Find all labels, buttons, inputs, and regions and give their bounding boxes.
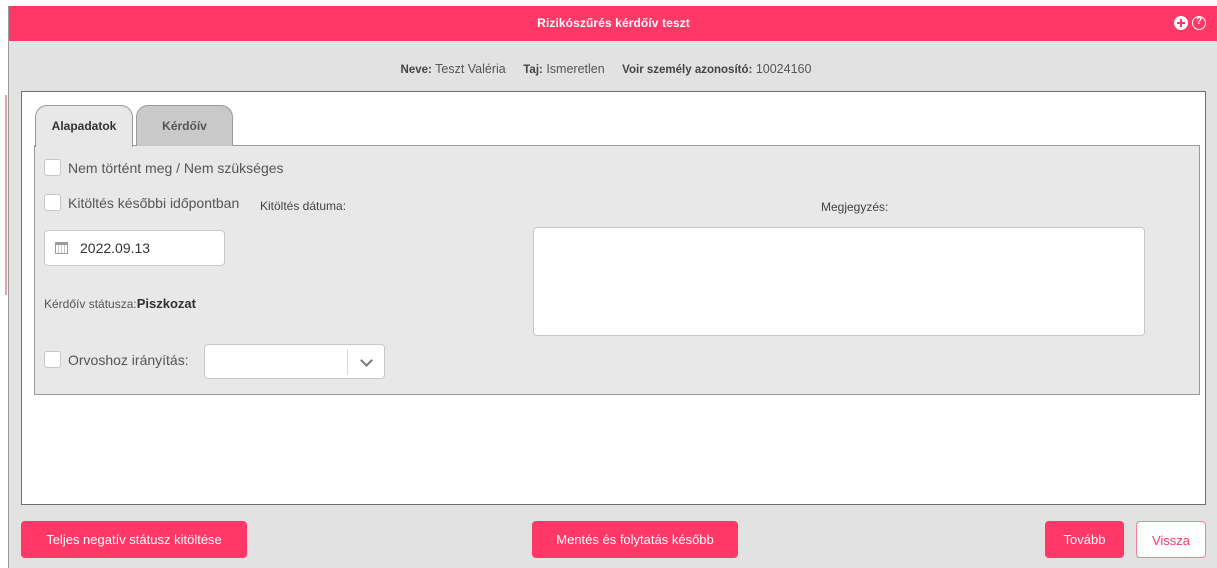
questionnaire-status: Kérdőív státusza:Piszkozat <box>44 296 196 311</box>
dialog-title: Rizikószűrés kérdőív teszt <box>537 16 690 30</box>
doctor-referral-label: Orvoshoz irányítás: <box>68 351 189 368</box>
chevron-down-icon[interactable] <box>360 354 373 367</box>
status-label: Kérdőív státusza: <box>44 297 137 311</box>
doctor-referral-option[interactable]: Orvoshoz irányítás: <box>44 351 189 368</box>
back-button[interactable]: Vissza <box>1136 521 1206 558</box>
later-fill-label: Kitöltés későbbi időpontban <box>68 194 240 211</box>
patient-name-value: Teszt Valéria <box>435 62 506 76</box>
fill-date-input[interactable]: 2022.09.13 <box>44 230 225 266</box>
later-fill-checkbox[interactable] <box>44 194 61 211</box>
background-accent <box>5 95 7 295</box>
calendar-icon[interactable] <box>55 242 68 254</box>
not-happened-option[interactable]: Nem történt meg / Nem szükséges <box>44 159 284 176</box>
doctor-referral-select[interactable] <box>204 344 385 379</box>
patient-info: Neve: Teszt Valéria Taj: Ismeretlen Voir… <box>9 62 1217 76</box>
next-button[interactable]: Tovább <box>1045 521 1124 558</box>
tab-alapadatok[interactable]: Alapadatok <box>35 105 133 147</box>
dialog-titlebar: Rizikószűrés kérdőív teszt ? <box>9 6 1217 41</box>
screen: Rizikószűrés kérdőív teszt ? Neve: Teszt… <box>0 0 1217 568</box>
status-value: Piszkozat <box>136 296 196 311</box>
patient-voir-value: 10024160 <box>755 62 812 76</box>
not-happened-checkbox[interactable] <box>44 159 61 176</box>
patient-taj-label: Taj: <box>523 64 543 76</box>
background-edge <box>0 0 8 568</box>
not-happened-label: Nem történt meg / Nem szükséges <box>68 159 284 176</box>
fill-date-label: Kitöltés dátuma: <box>260 199 347 213</box>
doctor-referral-checkbox[interactable] <box>44 351 61 368</box>
help-circle-icon[interactable]: ? <box>1192 16 1206 30</box>
questionnaire-dialog: Rizikószűrés kérdőív teszt ? Neve: Teszt… <box>8 6 1217 568</box>
patient-taj-value: Ismeretlen <box>546 62 605 76</box>
select-divider <box>347 349 348 375</box>
notes-textarea[interactable] <box>533 227 1145 336</box>
full-negative-status-button[interactable]: Teljes negatív státusz kitöltése <box>21 521 247 558</box>
later-fill-option[interactable]: Kitöltés későbbi időpontban <box>44 194 239 211</box>
tab-kerdoiv[interactable]: Kérdőív <box>136 105 233 146</box>
notes-label: Megjegyzés: <box>821 200 889 214</box>
patient-name-label: Neve: <box>400 64 432 76</box>
fill-date-value: 2022.09.13 <box>80 240 151 256</box>
plus-circle-icon[interactable] <box>1174 16 1188 30</box>
patient-voir-label: Voir személy azonosító: <box>622 64 753 76</box>
save-and-continue-later-button[interactable]: Mentés és folytatás később <box>532 521 738 558</box>
